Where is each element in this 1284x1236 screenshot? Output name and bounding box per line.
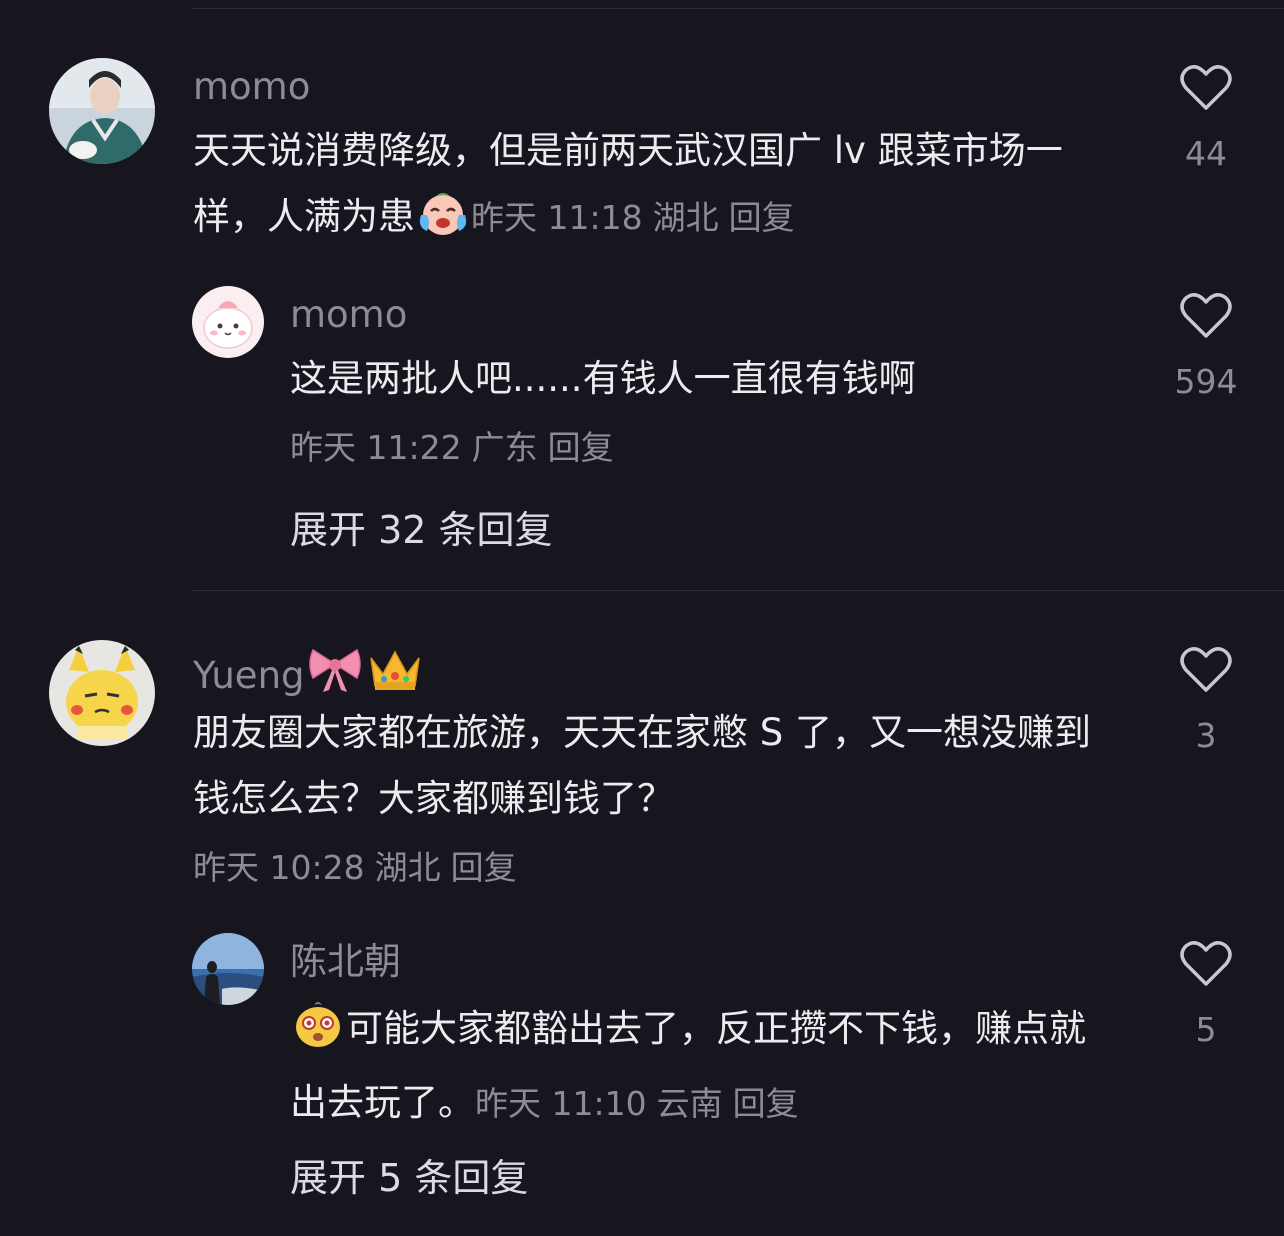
comment-time: 昨天 11:18 <box>471 198 643 237</box>
username-text: Yueng <box>193 654 305 697</box>
avatar[interactable] <box>49 640 155 746</box>
like-count: 5 <box>1195 1010 1217 1049</box>
like-count: 3 <box>1195 716 1217 755</box>
reply-text: 这是两批人吧......有钱人一直很有钱啊 <box>290 357 916 400</box>
heart-icon <box>1180 941 1232 986</box>
reply-meta: 昨天 11:22 广东 回复 <box>290 428 624 468</box>
heart-icon <box>1180 647 1232 692</box>
like-button[interactable]: 3 <box>1166 646 1246 756</box>
reply-username[interactable]: 陈北朝 <box>290 940 401 984</box>
like-count: 44 <box>1185 134 1227 173</box>
expand-replies-button[interactable]: 展开 5 条回复 <box>290 1155 528 1201</box>
reply-button[interactable]: 回复 <box>451 848 517 887</box>
reply-text-block: 可能大家都豁出去了，反正攒不下钱，赚点就出去玩了。昨天 11:10 云南 回复 <box>290 996 1120 1137</box>
shocked-face-icon <box>292 999 344 1070</box>
ribbon-icon <box>307 646 363 704</box>
comment-username[interactable]: Yueng <box>193 646 425 704</box>
like-button[interactable]: 594 <box>1166 292 1246 402</box>
expand-replies-button[interactable]: 展开 32 条回复 <box>290 507 553 553</box>
like-count: 594 <box>1174 362 1238 401</box>
comment-meta: 昨天 11:18 湖北 回复 <box>471 198 805 237</box>
reply-time: 昨天 11:10 <box>475 1084 647 1123</box>
like-button[interactable]: 5 <box>1166 940 1246 1050</box>
crying-laughing-face-icon <box>417 191 469 258</box>
reply-time: 昨天 11:22 <box>290 428 462 467</box>
comment-location: 湖北 <box>374 848 441 887</box>
avatar[interactable] <box>49 58 155 164</box>
reply-button[interactable]: 回复 <box>729 198 795 237</box>
reply-button[interactable]: 回复 <box>733 1084 799 1123</box>
heart-icon <box>1180 65 1232 110</box>
crown-icon <box>367 646 423 704</box>
reply-meta: 昨天 11:10 云南 回复 <box>475 1084 809 1123</box>
like-button[interactable]: 44 <box>1166 64 1246 174</box>
avatar[interactable] <box>192 286 264 358</box>
comment-username[interactable]: momo <box>193 65 310 109</box>
reply-location: 云南 <box>656 1084 723 1123</box>
comment-text: 朋友圈大家都在旅游，天天在家憋 S 了，又一想没赚到钱怎么去？大家都赚到钱了？ <box>193 711 1092 820</box>
top-divider <box>192 8 1284 9</box>
comment-text-block: 天天说消费降级，但是前两天武汉国广 lv 跟菜市场一样，人满为患 昨天 11:1… <box>193 118 1123 258</box>
comment-location: 湖北 <box>652 198 719 237</box>
comment-meta: 昨天 10:28 湖北 回复 <box>193 848 527 888</box>
comment-time: 昨天 10:28 <box>193 848 365 887</box>
reply-location: 广东 <box>471 428 538 467</box>
comment-divider <box>192 590 1284 591</box>
reply-button[interactable]: 回复 <box>548 428 614 467</box>
reply-username[interactable]: momo <box>290 293 407 337</box>
heart-icon <box>1180 293 1232 338</box>
avatar[interactable] <box>192 933 264 1005</box>
